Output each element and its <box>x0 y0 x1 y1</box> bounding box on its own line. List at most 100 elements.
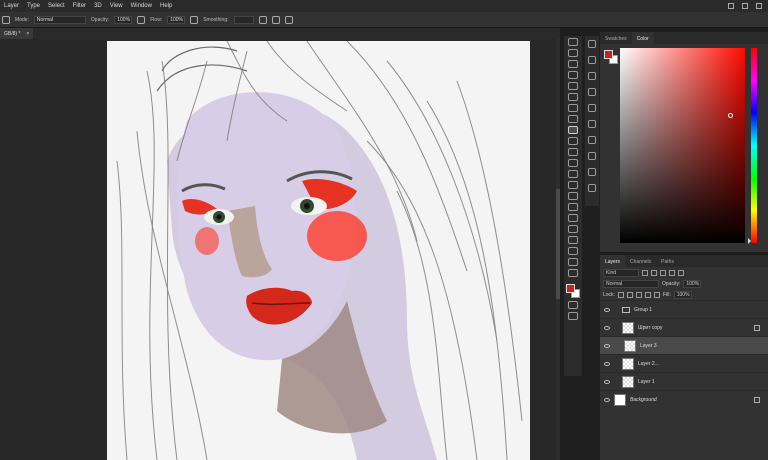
type-filter-icon[interactable] <box>660 269 666 276</box>
close-icon[interactable]: × <box>26 31 29 37</box>
tab-layers[interactable]: Layers <box>600 255 626 267</box>
menu-select[interactable]: Select <box>44 3 69 9</box>
brush-preset-icon[interactable] <box>2 15 10 24</box>
fill-field[interactable]: 100% <box>673 290 692 299</box>
screen-mode-icon[interactable] <box>568 312 578 320</box>
tab-paths[interactable]: Paths <box>656 255 679 267</box>
lasso-tool-icon[interactable] <box>568 60 578 68</box>
smart-object-filter-icon[interactable] <box>678 269 684 276</box>
layer-row-layer-1[interactable]: Layer 1 <box>600 372 768 390</box>
clone-stamp-tool-icon[interactable] <box>568 137 578 145</box>
pen-tool-icon[interactable] <box>568 203 578 211</box>
foreground-color-swatch[interactable] <box>566 284 575 293</box>
quick-select-tool-icon[interactable] <box>568 71 578 79</box>
type-tool-icon[interactable] <box>568 214 578 222</box>
tab-color[interactable]: Color <box>631 32 654 44</box>
brush-tool-icon[interactable] <box>568 126 578 134</box>
lock-position-icon[interactable] <box>635 291 642 298</box>
lock-all-icon[interactable] <box>653 291 660 298</box>
pressure-size-icon[interactable] <box>271 15 280 24</box>
info-panel-icon[interactable] <box>588 72 596 80</box>
canvas[interactable] <box>107 41 530 460</box>
menu-layer[interactable]: Layer <box>0 3 23 9</box>
gradient-tool-icon[interactable] <box>568 170 578 178</box>
menu-filter[interactable]: Filter <box>69 3 90 9</box>
hue-slider[interactable] <box>748 48 757 244</box>
layer-filter-select[interactable]: Kind <box>603 268 639 277</box>
tab-swatches[interactable]: Swatches <box>600 32 632 44</box>
layer-row-background[interactable]: Background <box>600 390 768 408</box>
path-selection-tool-icon[interactable] <box>568 225 578 233</box>
properties-panel-icon[interactable] <box>588 104 596 112</box>
history-panel-icon[interactable] <box>588 40 596 48</box>
document-tab[interactable]: GB/8) * × <box>0 28 34 39</box>
blur-tool-icon[interactable] <box>568 181 578 189</box>
opacity-field[interactable]: 100% <box>114 15 133 24</box>
blend-mode-select[interactable]: Normal <box>603 279 659 288</box>
libraries-panel-icon[interactable] <box>588 56 596 64</box>
color-picker-marker[interactable] <box>728 113 733 118</box>
saturation-brightness-field[interactable] <box>620 48 745 243</box>
workspace-icon[interactable] <box>742 3 748 9</box>
visibility-eye-icon[interactable] <box>600 307 614 312</box>
shape-tool-icon[interactable] <box>568 236 578 244</box>
dodge-tool-icon[interactable] <box>568 192 578 200</box>
brush-settings-panel-icon[interactable] <box>588 152 596 160</box>
flow-field[interactable]: 100% <box>167 15 186 24</box>
airbrush-icon[interactable] <box>190 15 199 24</box>
pressure-opacity-icon[interactable] <box>137 15 146 24</box>
zoom-tool-icon[interactable] <box>568 258 578 266</box>
adjustments-panel-icon[interactable] <box>588 88 596 96</box>
hue-slider-marker[interactable] <box>748 238 751 244</box>
character-panel-icon[interactable] <box>588 120 596 128</box>
smoothing-field[interactable] <box>233 15 254 24</box>
history-brush-tool-icon[interactable] <box>568 148 578 156</box>
pixel-filter-icon[interactable] <box>642 269 648 276</box>
eraser-tool-icon[interactable] <box>568 159 578 167</box>
color-panel-swatch[interactable] <box>604 50 618 64</box>
frame-tool-icon[interactable] <box>568 93 578 101</box>
canvas-vertical-scrollbar[interactable] <box>556 39 560 460</box>
flow-label: Flow: <box>150 16 163 23</box>
visibility-eye-icon[interactable] <box>600 397 614 402</box>
scrollbar-thumb[interactable] <box>556 189 560 299</box>
move-tool-icon[interactable] <box>568 38 578 46</box>
lock-transparent-icon[interactable] <box>617 291 624 298</box>
visibility-eye-icon[interactable] <box>600 361 614 366</box>
paragraph-panel-icon[interactable] <box>588 136 596 144</box>
crop-tool-icon[interactable] <box>568 82 578 90</box>
eyedropper-tool-icon[interactable] <box>568 104 578 112</box>
shape-filter-icon[interactable] <box>669 269 675 276</box>
hand-tool-icon[interactable] <box>568 247 578 255</box>
menu-type[interactable]: Type <box>23 3 44 9</box>
tool-presets-panel-icon[interactable] <box>588 168 596 176</box>
visibility-eye-icon[interactable] <box>600 379 614 384</box>
spot-healing-tool-icon[interactable] <box>568 115 578 123</box>
mode-select[interactable]: Normal <box>33 15 86 24</box>
lock-artboard-icon[interactable] <box>644 291 651 298</box>
visibility-eye-icon[interactable] <box>600 343 614 348</box>
layer-opacity-field[interactable]: 100% <box>683 279 702 288</box>
layer-row-layer-2[interactable]: Layer 2... <box>600 354 768 372</box>
symmetry-icon[interactable] <box>284 15 293 24</box>
color-panel-foreground-swatch[interactable] <box>604 50 613 59</box>
edit-toolbar-icon[interactable] <box>568 269 578 277</box>
foreground-background-swatch[interactable] <box>566 284 580 298</box>
layer-row-layer-3[interactable]: Layer 3 <box>600 336 768 354</box>
layer-row-group-1[interactable]: Group 1 <box>600 300 768 318</box>
3d-panel-icon[interactable] <box>588 184 596 192</box>
adjustment-filter-icon[interactable] <box>651 269 657 276</box>
quick-mask-icon[interactable] <box>568 301 578 309</box>
menu-help[interactable]: Help <box>156 3 176 9</box>
share-icon[interactable] <box>756 3 762 9</box>
menu-3d[interactable]: 3D <box>90 3 106 9</box>
tab-channels[interactable]: Channels <box>625 255 656 267</box>
marquee-tool-icon[interactable] <box>568 49 578 57</box>
visibility-eye-icon[interactable] <box>600 325 614 330</box>
menu-view[interactable]: View <box>106 3 127 9</box>
lock-image-icon[interactable] <box>626 291 633 298</box>
search-icon[interactable] <box>728 3 734 9</box>
menu-window[interactable]: Window <box>127 3 156 9</box>
smoothing-gear-icon[interactable] <box>258 15 267 24</box>
layer-row-copy[interactable]: Шрит copy <box>600 318 768 336</box>
